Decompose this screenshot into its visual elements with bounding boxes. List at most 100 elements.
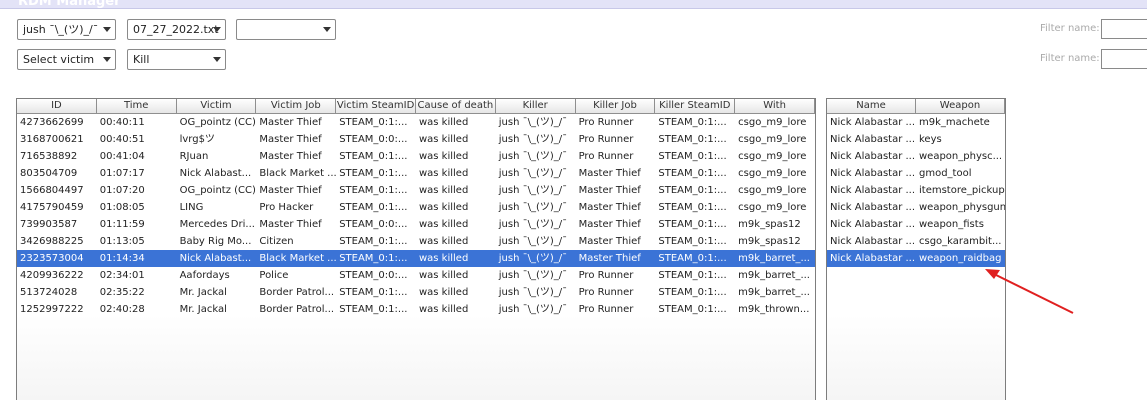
kill-log-column-header[interactable]: Killer	[495, 99, 576, 114]
kill-log-row[interactable]: 4175790459 01:08:05 LING Pro Hacker STEAM_0:…	[17, 199, 815, 216]
kill-log-cell: Master Thief	[259, 185, 322, 196]
kill-log-cell: 1566804497	[20, 185, 84, 196]
kill-log-cell: OG_pointz (CC)	[179, 117, 256, 128]
kill-log-cell: 3426988225	[20, 236, 84, 247]
kill-log-column-header[interactable]: Killer SteamID	[655, 99, 736, 114]
annotation-arrow	[985, 269, 1074, 314]
kill-log-cell: Pro Runner	[578, 117, 634, 128]
filter-name-label: Filter name:	[1040, 23, 1100, 34]
kill-log-cell: was killed	[418, 117, 469, 128]
inventory-row[interactable]: Nick Alabastar ... m9k_machete	[827, 114, 1005, 131]
kill-log-column-header[interactable]: Victim SteamID	[336, 99, 416, 114]
kill-log-cell: csgo_m9_lore	[738, 185, 807, 196]
kill-log-cell: STEAM_0:1:...	[339, 287, 408, 298]
kill-log-cell: Mr. Jackal	[179, 287, 227, 298]
kill-log-cell: m9k_barret_...	[738, 253, 810, 264]
inventory-row[interactable]: Nick Alabastar ... weapon_physc...	[827, 148, 1005, 165]
kill-log-cell: jush ¯\_(ツ)_/¯	[498, 287, 568, 298]
window-titlebar: RDM Manager	[0, 0, 1147, 9]
kill-log-column-header[interactable]: ID	[17, 99, 97, 114]
kill-log-cell: STEAM_0:1:...	[658, 134, 727, 145]
inventory-row[interactable]: Nick Alabastar ... weapon_physgun	[827, 199, 1005, 216]
kill-log-cell: Master Thief	[259, 219, 322, 230]
kill-log-cell: RJuan	[179, 151, 209, 162]
kill-log-cell: Aafordays	[179, 270, 230, 281]
kill-log-cell: was killed	[418, 151, 469, 162]
kill-log-column-header[interactable]: Cause of death	[415, 99, 496, 114]
inventory-cell: weapon_physc...	[919, 151, 1003, 162]
kill-log-cell: was killed	[418, 270, 469, 281]
inventory-row[interactable]: Nick Alabastar ... weapon_raidbag	[827, 250, 1005, 267]
kill-log-cell: Police	[259, 270, 289, 281]
chevron-down-icon	[103, 27, 111, 32]
inventory-cell: weapon_physgun	[919, 202, 1005, 213]
inventory-cell: Nick Alabastar ...	[830, 151, 916, 162]
date-file-select[interactable]: 07_27_2022.txt	[127, 19, 226, 40]
inventory-row[interactable]: Nick Alabastar ... itemstore_pickup	[827, 182, 1005, 199]
inventory-row[interactable]: Nick Alabastar ... csgo_karambit...	[827, 233, 1005, 250]
kill-log-cell: jush ¯\_(ツ)_/¯	[498, 236, 568, 247]
kill-log-header: ID Time Victim Victim Job Victim SteamID Caus…	[17, 99, 815, 114]
kill-log-column-header[interactable]: With	[735, 99, 815, 114]
filter-name-label-2: Filter name:	[1040, 53, 1100, 64]
kill-log-cell: csgo_m9_lore	[738, 117, 807, 128]
victim-select[interactable]: Select victim	[17, 49, 116, 70]
kill-log-cell: csgo_m9_lore	[738, 134, 807, 145]
type-select[interactable]: Kill	[127, 49, 226, 70]
inventory-row[interactable]: Nick Alabastar ... keys	[827, 131, 1005, 148]
filter-name-input-2[interactable]	[1101, 49, 1147, 69]
kill-log-cell: 716538892	[20, 151, 78, 162]
kill-log-row[interactable]: 1566804497 01:07:20 OG_pointz (CC) Master T…	[17, 182, 815, 199]
kill-log-row[interactable]: 2323573004 01:14:34 Nick Alabast... Black M…	[17, 250, 815, 267]
kill-log-column-header[interactable]: Victim Job	[256, 99, 337, 114]
kill-log-row[interactable]: 3168700621 00:40:51 lvrg$ツ Master Thief STEA…	[17, 131, 815, 148]
kill-log-cell: 803504709	[20, 168, 78, 179]
kill-log-cell: Pro Runner	[578, 304, 634, 315]
kill-log-row[interactable]: 513724028 02:35:22 Mr. Jackal Border Patrol…	[17, 284, 815, 301]
kill-log-row[interactable]: 4273662699 00:40:11 OG_pointz (CC) Master T…	[17, 114, 815, 131]
kill-log-row[interactable]: 716538892 00:41:04 RJuan Master Thief STEAM_…	[17, 148, 815, 165]
inventory-column-header[interactable]: Name	[827, 99, 916, 114]
kill-log-cell: jush ¯\_(ツ)_/¯	[498, 219, 568, 230]
kill-log-cell: 513724028	[20, 287, 78, 298]
kill-log-cell: 02:40:28	[99, 304, 145, 315]
kill-log-cell: OG_pointz (CC)	[179, 185, 256, 196]
third-select[interactable]	[236, 19, 336, 40]
kill-log-row[interactable]: 739903587 01:11:59 Mercedes Dri... Master T…	[17, 216, 815, 233]
kill-log-table[interactable]: ID Time Victim Victim Job Victim SteamID Caus…	[16, 98, 816, 400]
kill-log-cell: 02:34:01	[99, 270, 145, 281]
inventory-cell: Nick Alabastar ...	[830, 236, 916, 247]
kill-log-cell: was killed	[418, 134, 469, 145]
kill-log-cell: STEAM_0:1:...	[658, 185, 727, 196]
kill-log-cell: STEAM_0:1:...	[658, 287, 727, 298]
inventory-cell: csgo_karambit...	[919, 236, 1002, 247]
inventory-row[interactable]: Nick Alabastar ... gmod_tool	[827, 165, 1005, 182]
kill-log-cell: 02:35:22	[99, 287, 145, 298]
kill-log-column-header[interactable]: Victim	[176, 99, 257, 114]
inventory-cell: Nick Alabastar ...	[830, 185, 916, 196]
kill-log-cell: STEAM_0:0:...	[339, 219, 408, 230]
kill-log-cell: jush ¯\_(ツ)_/¯	[498, 168, 568, 179]
inventory-table[interactable]: Name Weapon Nick Alabastar ... m9k_machete…	[826, 98, 1006, 400]
kill-log-cell: Master Thief	[259, 151, 322, 162]
filter-name-input[interactable]	[1101, 19, 1147, 39]
kill-log-cell: Pro Runner	[578, 287, 634, 298]
kill-log-column-header[interactable]: Killer Job	[575, 99, 656, 114]
kill-log-row[interactable]: 4209936222 02:34:01 Aafordays Police STEAM_0…	[17, 267, 815, 284]
date-file-select-value: 07_27_2022.txt	[133, 23, 219, 36]
kill-log-cell: LING	[179, 202, 204, 213]
kill-log-cell: Master Thief	[578, 236, 641, 247]
kill-log-row[interactable]: 3426988225 01:13:05 Baby Rig Mo... Citizen S…	[17, 233, 815, 250]
kill-log-cell: STEAM_0:1:...	[658, 117, 727, 128]
inventory-cell: gmod_tool	[919, 168, 972, 179]
kill-log-column-header[interactable]: Time	[96, 99, 177, 114]
chevron-down-icon	[213, 57, 221, 62]
kill-log-row[interactable]: 1252997222 02:40:28 Mr. Jackal Border Patro…	[17, 301, 815, 318]
inventory-column-header[interactable]: Weapon	[916, 99, 1005, 114]
kill-log-cell: STEAM_0:1:...	[658, 151, 727, 162]
kill-log-cell: STEAM_0:1:...	[339, 253, 408, 264]
kill-log-row[interactable]: 803504709 01:07:17 Nick Alabast... Black Ma…	[17, 165, 815, 182]
kill-log-cell: Nick Alabast...	[179, 168, 252, 179]
inventory-row[interactable]: Nick Alabastar ... weapon_fists	[827, 216, 1005, 233]
player-select[interactable]: jush ¯\_(ツ)_/¯	[17, 19, 116, 40]
